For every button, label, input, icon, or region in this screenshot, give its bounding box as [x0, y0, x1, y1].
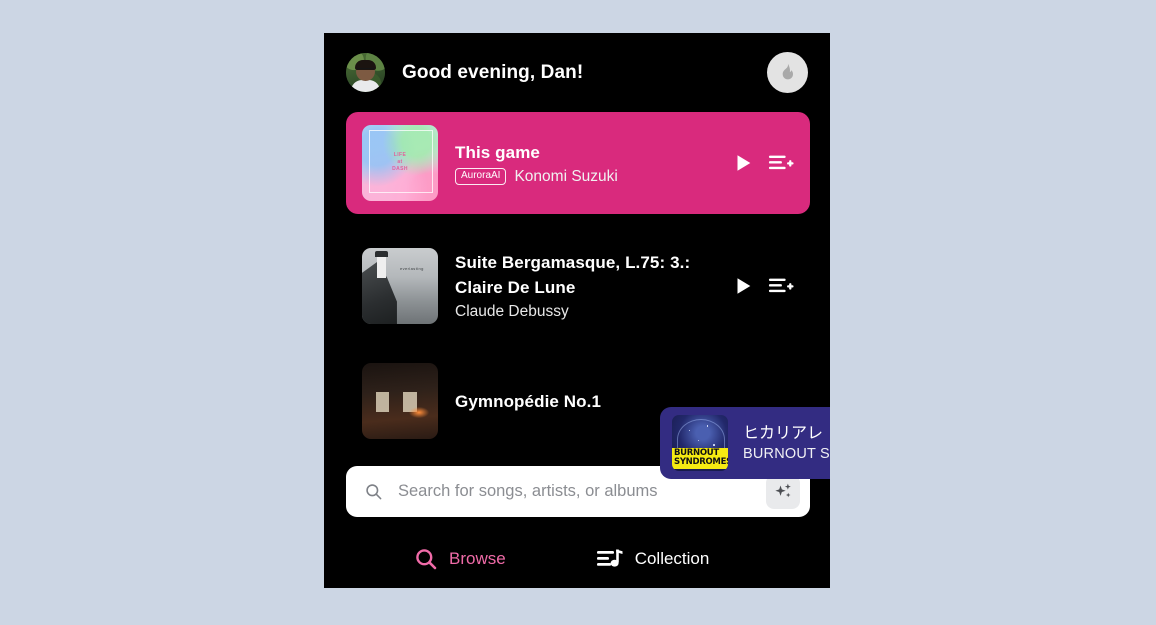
add-to-queue-icon [768, 155, 794, 170]
playlist-music-icon [596, 549, 623, 567]
album-art-star [706, 425, 709, 427]
now-playing-album-art: BURNOUT SYNDROMES [672, 415, 728, 471]
table-row[interactable]: everlasting Suite Bergamasque, L.75: 3.:… [346, 231, 810, 341]
play-icon [737, 278, 751, 294]
album-art-star [713, 444, 715, 446]
track-artist: Claude Debussy [455, 303, 569, 320]
album-art-band: BURNOUT SYNDROMES [672, 448, 728, 469]
search-icon [416, 548, 437, 569]
music-app-window: Good evening, Dan! LIFE at DASH This game … [324, 33, 830, 588]
search-icon [366, 484, 382, 500]
play-button[interactable] [732, 152, 754, 174]
track-subtitle: AuroraAI Konomi Suzuki [455, 167, 722, 187]
album-art [362, 363, 438, 439]
avatar-glasses [357, 68, 374, 73]
album-art-glow [409, 407, 429, 418]
album-art: LIFE at DASH [362, 125, 438, 201]
greeting-text: Good evening, Dan! [402, 61, 584, 83]
track-artist: Konomi Suzuki [514, 167, 618, 185]
track-title: This game [455, 142, 540, 162]
ai-assist-button[interactable] [766, 474, 800, 509]
row-actions [732, 275, 794, 297]
play-button[interactable] [732, 275, 754, 297]
avatar[interactable] [346, 53, 385, 92]
nav-label-collection: Collection [634, 548, 710, 568]
now-playing-bar[interactable]: BURNOUTSYNDROMES ヒカリアレ BURNOUT SYNDROMES [660, 407, 830, 479]
track-title-line-2: Claire De Lune [455, 278, 576, 297]
add-to-queue-icon [768, 278, 794, 293]
add-to-queue-button[interactable] [768, 152, 794, 174]
sparkles-icon [774, 483, 791, 498]
nav-item-browse[interactable]: Browse [414, 547, 506, 571]
play-icon [737, 155, 751, 171]
album-art-lighthouse [375, 250, 389, 278]
status-badge: AuroraAI [455, 168, 507, 185]
table-row[interactable]: LIFE at DASH This game AuroraAI Konomi Suz… [346, 112, 810, 214]
now-playing-artist: BURNOUT SYNDROMES [743, 446, 830, 462]
avatar-shirt [351, 80, 380, 92]
app-header: Good evening, Dan! [324, 33, 830, 112]
nav-label-browse: Browse [449, 548, 506, 568]
now-playing-meta: ヒカリアレ BURNOUT SYNDROMES [743, 422, 830, 464]
track-subtitle: Claude Debussy [455, 302, 722, 322]
add-to-queue-button[interactable] [768, 275, 794, 297]
search-input[interactable] [396, 481, 766, 502]
bottom-navigation: Browse Collection [324, 529, 830, 588]
row-actions [732, 152, 794, 174]
flame-button[interactable] [767, 52, 808, 93]
album-art-window-left [375, 391, 390, 412]
flame-icon [782, 63, 794, 80]
album-art-caption: LIFE at DASH [392, 152, 408, 172]
nav-item-collection[interactable]: Collection [596, 547, 710, 571]
track-meta: This game AuroraAI Konomi Suzuki [455, 140, 722, 187]
now-playing-title: ヒカリアレ [743, 423, 824, 442]
album-art-caption: everlasting [400, 266, 424, 272]
album-art: everlasting [362, 248, 438, 324]
track-title-line-1: Suite Bergamasque, L.75: 3.: [455, 253, 691, 272]
track-meta: Suite Bergamasque, L.75: 3.: Claire De L… [455, 250, 722, 322]
